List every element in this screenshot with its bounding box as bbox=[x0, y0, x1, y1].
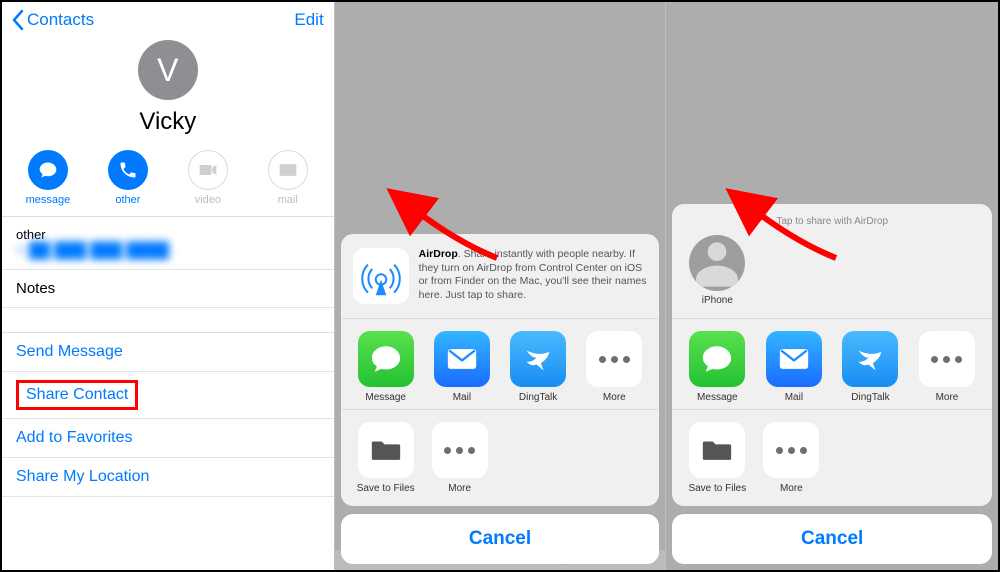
share-sheet: AirDrop. Share instantly with people nea… bbox=[341, 234, 660, 564]
three-panel-illustration: Contacts Edit V Vicky message other vide… bbox=[0, 0, 1000, 572]
chevron-left-icon bbox=[12, 10, 24, 30]
share-sheet: Tap to share with AirDrop iPhone Message bbox=[672, 204, 992, 564]
share-action-more-label: More bbox=[756, 483, 826, 494]
share-actions-row: Save to Files More bbox=[351, 416, 650, 494]
share-app-mail[interactable]: Mail bbox=[427, 331, 497, 403]
folder-icon bbox=[700, 433, 734, 467]
message-icon bbox=[700, 342, 734, 376]
airdrop-tap-title: Tap to share with AirDrop bbox=[682, 214, 982, 233]
message-icon bbox=[38, 160, 58, 180]
more-icon bbox=[931, 356, 962, 363]
phone-icon bbox=[118, 160, 138, 180]
share-app-dingtalk[interactable]: DingTalk bbox=[835, 331, 905, 403]
share-app-mail-label: Mail bbox=[427, 392, 497, 403]
share-action-more[interactable]: More bbox=[425, 422, 495, 494]
share-contact-link[interactable]: Share Contact bbox=[16, 380, 138, 410]
dingtalk-icon bbox=[521, 342, 555, 376]
airdrop-icon bbox=[353, 248, 409, 304]
mail-icon bbox=[278, 160, 298, 180]
share-apps-row: Message Mail DingTalk More bbox=[682, 325, 982, 403]
airdrop-info-row: AirDrop. Share instantly with people nea… bbox=[351, 244, 650, 312]
share-app-dingtalk-label: DingTalk bbox=[503, 392, 573, 403]
cancel-button[interactable]: Cancel bbox=[341, 514, 660, 564]
contact-name: Vicky bbox=[2, 108, 334, 136]
action-call-label: other bbox=[88, 194, 168, 206]
share-app-dingtalk-label: DingTalk bbox=[835, 392, 905, 403]
share-app-message-label: Message bbox=[351, 392, 421, 403]
share-app-more[interactable]: More bbox=[579, 331, 649, 403]
more-icon bbox=[776, 447, 807, 454]
video-icon bbox=[198, 160, 218, 180]
share-app-dingtalk[interactable]: DingTalk bbox=[503, 331, 573, 403]
mail-icon bbox=[777, 342, 811, 376]
share-actions-row: Save to Files More bbox=[682, 416, 982, 494]
share-app-mail[interactable]: Mail bbox=[759, 331, 829, 403]
airdrop-target[interactable]: iPhone bbox=[684, 235, 750, 306]
share-app-more-label: More bbox=[579, 392, 649, 403]
folder-icon bbox=[369, 433, 403, 467]
action-mail: mail bbox=[248, 150, 328, 206]
share-app-message-label: Message bbox=[682, 392, 752, 403]
edit-button[interactable]: Edit bbox=[294, 10, 323, 30]
send-message-row[interactable]: Send Message bbox=[2, 333, 334, 372]
phone-section: other + ██ ███ ███ ████ Notes bbox=[2, 216, 334, 308]
phone-row[interactable]: other + ██ ███ ███ ████ bbox=[2, 217, 334, 270]
share-action-files[interactable]: Save to Files bbox=[682, 422, 752, 494]
quick-actions: message other video mail bbox=[8, 150, 328, 206]
action-call[interactable]: other bbox=[88, 150, 168, 206]
action-message-label: message bbox=[8, 194, 88, 206]
message-icon bbox=[369, 342, 403, 376]
phone-label: other bbox=[16, 227, 320, 242]
share-app-more[interactable]: More bbox=[912, 331, 982, 403]
more-icon bbox=[599, 356, 630, 363]
action-mail-label: mail bbox=[248, 194, 328, 206]
airdrop-target-label: iPhone bbox=[684, 295, 750, 306]
share-app-more-label: More bbox=[912, 392, 982, 403]
share-app-message[interactable]: Message bbox=[682, 331, 752, 403]
action-video: video bbox=[168, 150, 248, 206]
back-button[interactable]: Contacts bbox=[12, 10, 94, 30]
share-contact-row[interactable]: Share Contact bbox=[2, 372, 334, 419]
share-action-files[interactable]: Save to Files bbox=[351, 422, 421, 494]
phone-number: + ██ ███ ███ ████ bbox=[16, 242, 320, 259]
share-apps-row: Message Mail DingTalk More bbox=[351, 325, 650, 403]
contact-header: V Vicky bbox=[2, 38, 334, 136]
person-icon bbox=[689, 235, 745, 291]
panel-contact-detail: Contacts Edit V Vicky message other vide… bbox=[2, 2, 335, 570]
add-favorites-row[interactable]: Add to Favorites bbox=[2, 419, 334, 458]
cancel-button[interactable]: Cancel bbox=[672, 514, 992, 564]
navbar: Contacts Edit bbox=[2, 2, 334, 38]
avatar: V bbox=[138, 40, 198, 100]
back-label: Contacts bbox=[27, 10, 94, 30]
action-video-label: video bbox=[168, 194, 248, 206]
airdrop-description: AirDrop. Share instantly with people nea… bbox=[419, 248, 648, 303]
share-app-message[interactable]: Message bbox=[351, 331, 421, 403]
panel-share-sheet-target: Contacts Edit V Vicky Tap to share with … bbox=[666, 2, 998, 570]
action-message[interactable]: message bbox=[8, 150, 88, 206]
link-section: Send Message Share Contact Add to Favori… bbox=[2, 332, 334, 497]
more-icon bbox=[444, 447, 475, 454]
mail-icon bbox=[445, 342, 479, 376]
dingtalk-icon bbox=[853, 342, 887, 376]
share-app-mail-label: Mail bbox=[759, 392, 829, 403]
share-action-more[interactable]: More bbox=[756, 422, 826, 494]
panel-share-sheet-info: Contacts Edit V Vicky Favorites Recents … bbox=[335, 2, 667, 570]
airdrop-title: AirDrop bbox=[419, 248, 458, 260]
share-action-files-label: Save to Files bbox=[351, 483, 421, 494]
share-location-row[interactable]: Share My Location bbox=[2, 458, 334, 497]
share-action-files-label: Save to Files bbox=[682, 483, 752, 494]
notes-row[interactable]: Notes bbox=[2, 270, 334, 308]
share-action-more-label: More bbox=[425, 483, 495, 494]
